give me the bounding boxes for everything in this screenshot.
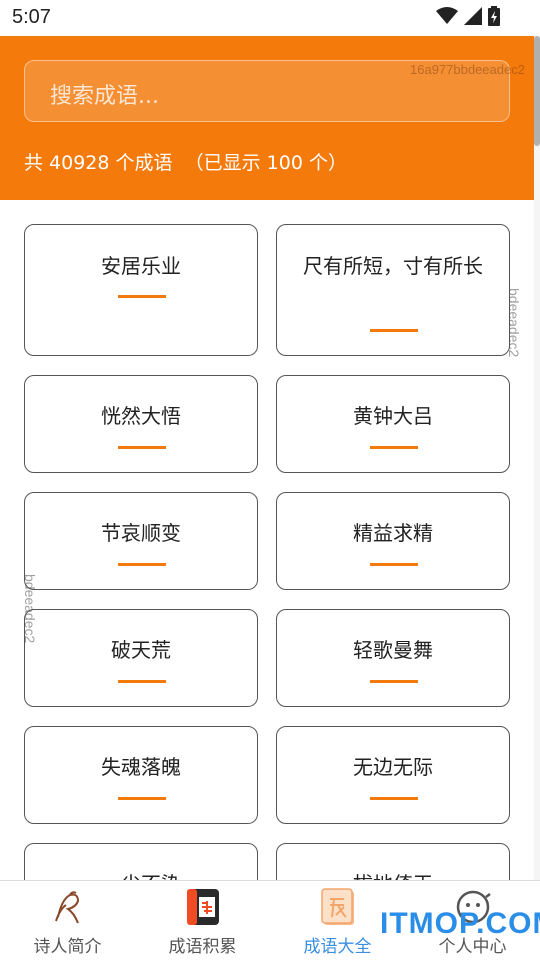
watermark-text: 16a977bbdeeadec2 — [410, 62, 525, 77]
idiom-underline — [370, 329, 418, 332]
battery-icon — [488, 6, 500, 26]
idiom-underline — [118, 563, 166, 566]
watermark-side-left: bdeeadec2 — [22, 574, 38, 644]
idiom-text: 恍然大悟 — [101, 404, 181, 428]
idiom-underline — [370, 680, 418, 683]
nav-label: 成语积累 — [168, 937, 237, 957]
idiom-card[interactable]: 精益求精 — [276, 492, 510, 590]
idiom-card[interactable]: 黄钟大吕 — [276, 375, 510, 473]
idiom-card[interactable]: 失魂落魄 — [24, 726, 258, 824]
idiom-text: 拔地倚天 — [297, 868, 489, 880]
idiom-text: 失魂落魄 — [101, 755, 181, 779]
watermark-side-right: bdeeadec2 — [506, 288, 522, 358]
idiom-text: 破天荒 — [111, 638, 171, 662]
idiom-text: 一尘不染 — [45, 868, 237, 880]
idiom-underline — [370, 797, 418, 800]
idiom-book-icon — [187, 889, 219, 925]
idiom-underline — [370, 446, 418, 449]
nav-tab-poet[interactable]: 诗人简介 — [0, 881, 135, 960]
header: 搜索成语... 16a977bbdeeadec2 共 40928 个成语 （已显… — [0, 36, 534, 200]
poet-icon — [55, 891, 80, 924]
status-bar: 5:07 — [0, 0, 540, 36]
idiom-underline — [118, 680, 166, 683]
idiom-collection-icon — [321, 888, 354, 925]
idiom-card[interactable]: 安居乐业 — [24, 224, 258, 356]
search-placeholder: 搜索成语... — [50, 84, 159, 109]
status-icons — [436, 6, 500, 26]
idiom-underline — [118, 295, 166, 298]
idiom-underline — [370, 563, 418, 566]
idiom-text: 轻歌曼舞 — [353, 638, 433, 662]
idiom-card[interactable]: 轻歌曼舞 — [276, 609, 510, 707]
idiom-card[interactable]: 一尘不染 — [24, 843, 258, 880]
idiom-card[interactable]: 破天荒 — [24, 609, 258, 707]
wifi-icon — [436, 7, 458, 24]
nav-tab-idiom-accumulate[interactable]: 成语积累 — [135, 881, 270, 960]
brand-watermark: ITMOP.COM — [380, 907, 540, 940]
idiom-card[interactable]: 无边无际 — [276, 726, 510, 824]
idiom-text: 无边无际 — [353, 755, 433, 779]
scroll-thumb[interactable] — [534, 36, 540, 146]
idiom-card[interactable]: 拔地倚天 — [276, 843, 510, 880]
scrollbar[interactable] — [534, 36, 540, 880]
idiom-text: 尺有所短，寸有所长 — [303, 254, 483, 278]
idiom-card[interactable]: 恍然大悟 — [24, 375, 258, 473]
idiom-card[interactable]: 尺有所短，寸有所长 — [276, 224, 510, 356]
bottom-nav: 诗人简介 成语积累 成语大全 个人中心 ITMOP.COM — [0, 880, 540, 960]
status-time: 5:07 — [12, 6, 51, 28]
signal-icon — [464, 7, 482, 25]
idiom-underline — [118, 797, 166, 800]
nav-label: 诗人简介 — [33, 937, 102, 957]
idiom-text: 精益求精 — [353, 521, 433, 545]
idiom-count-text: 共 40928 个成语 （已显示 100 个） — [24, 152, 347, 174]
idiom-grid: 安居乐业 尺有所短，寸有所长 恍然大悟 黄钟大吕 节哀顺变 精益求精 破天荒 轻… — [0, 200, 534, 880]
idiom-underline — [118, 446, 166, 449]
idiom-text: 节哀顺变 — [101, 521, 181, 545]
idiom-text: 安居乐业 — [101, 254, 181, 278]
idiom-text: 黄钟大吕 — [353, 404, 433, 428]
idiom-card[interactable]: 节哀顺变 — [24, 492, 258, 590]
